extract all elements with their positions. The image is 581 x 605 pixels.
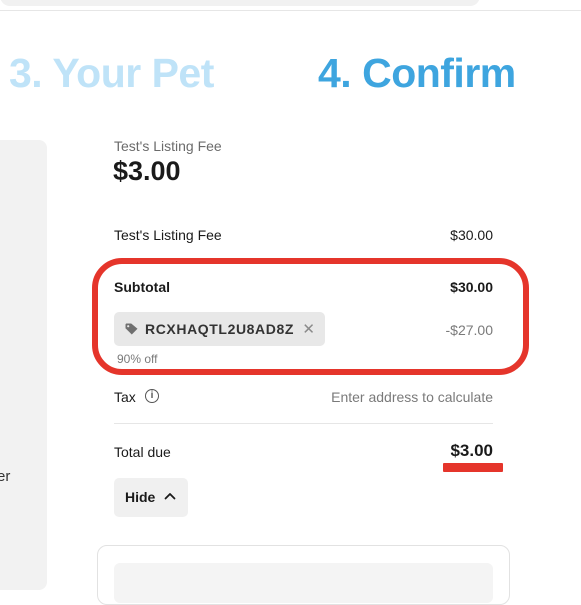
top-bar-pill [0,0,480,6]
subtotal-highlight-annotation [92,258,529,375]
line-item-label: Test's Listing Fee [114,227,222,243]
total-due-label: Total due [114,444,171,460]
chevron-up-icon [164,493,176,500]
tax-label: Tax [114,389,136,405]
left-panel-clipped-text: er [0,468,11,485]
step-your-pet[interactable]: 3. Your Pet [9,50,214,97]
top-bar [0,0,581,11]
hide-button[interactable]: Hide [114,478,188,517]
summary-label: Test's Listing Fee [114,138,222,154]
bottom-card [97,545,510,605]
total-due-value: $3.00 [450,441,493,460]
line-item-value: $30.00 [450,227,493,243]
total-divider [114,423,493,424]
step-confirm: 4. Confirm [318,50,516,96]
total-underline-annotation [443,463,503,472]
bottom-card-field[interactable] [114,563,493,603]
tax-value: Enter address to calculate [331,389,493,405]
info-icon[interactable]: i [145,389,159,403]
hide-button-label: Hide [125,489,156,505]
left-panel [0,140,47,590]
summary-amount: $3.00 [113,156,181,186]
